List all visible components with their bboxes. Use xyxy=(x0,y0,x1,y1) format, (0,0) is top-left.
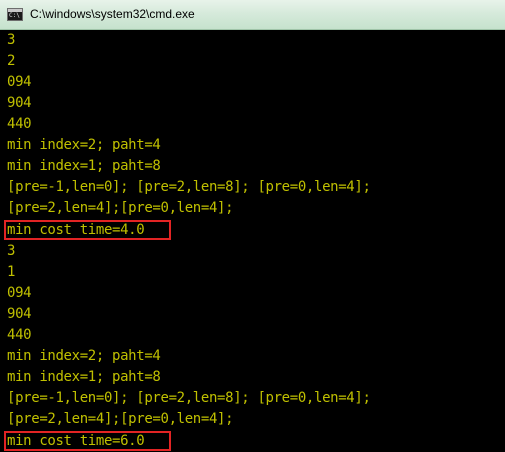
console-line: 3 xyxy=(7,32,16,48)
console-line-highlighted: min cost time=6.0 xyxy=(7,433,145,449)
cmd-console-icon[interactable] xyxy=(7,8,23,21)
title-bar[interactable]: C:\windows\system32\cmd.exe xyxy=(0,0,505,30)
console-line: 440 xyxy=(7,116,32,132)
console-line: 094 xyxy=(7,285,32,301)
console-output[interactable]: 3 2 094 904 440 min index=2; paht=4 min … xyxy=(0,30,505,452)
console-line: [pre=-1,len=0]; [pre=2,len=8]; [pre=0,le… xyxy=(7,179,371,195)
window-title: C:\windows\system32\cmd.exe xyxy=(30,7,195,21)
cmd-window: C:\windows\system32\cmd.exe 3 2 094 904 … xyxy=(0,0,505,452)
console-line: 440 xyxy=(7,327,32,343)
console-line: 2 xyxy=(7,53,16,69)
console-line: 1 xyxy=(7,264,16,280)
console-line: [pre=-1,len=0]; [pre=2,len=8]; [pre=0,le… xyxy=(7,390,371,406)
console-line-highlighted: min cost time=4.0 xyxy=(7,222,145,238)
console-line: min index=1; paht=8 xyxy=(7,369,161,385)
console-line: [pre=2,len=4];[pre=0,len=4]; xyxy=(7,411,234,427)
console-line: 904 xyxy=(7,306,32,322)
console-line: min index=2; paht=4 xyxy=(7,348,161,364)
console-line: min index=1; paht=8 xyxy=(7,158,161,174)
console-line: 3 xyxy=(7,243,16,259)
console-line: 904 xyxy=(7,95,32,111)
console-line: min index=2; paht=4 xyxy=(7,137,161,153)
console-line: [pre=2,len=4];[pre=0,len=4]; xyxy=(7,200,234,216)
console-line: 094 xyxy=(7,74,32,90)
